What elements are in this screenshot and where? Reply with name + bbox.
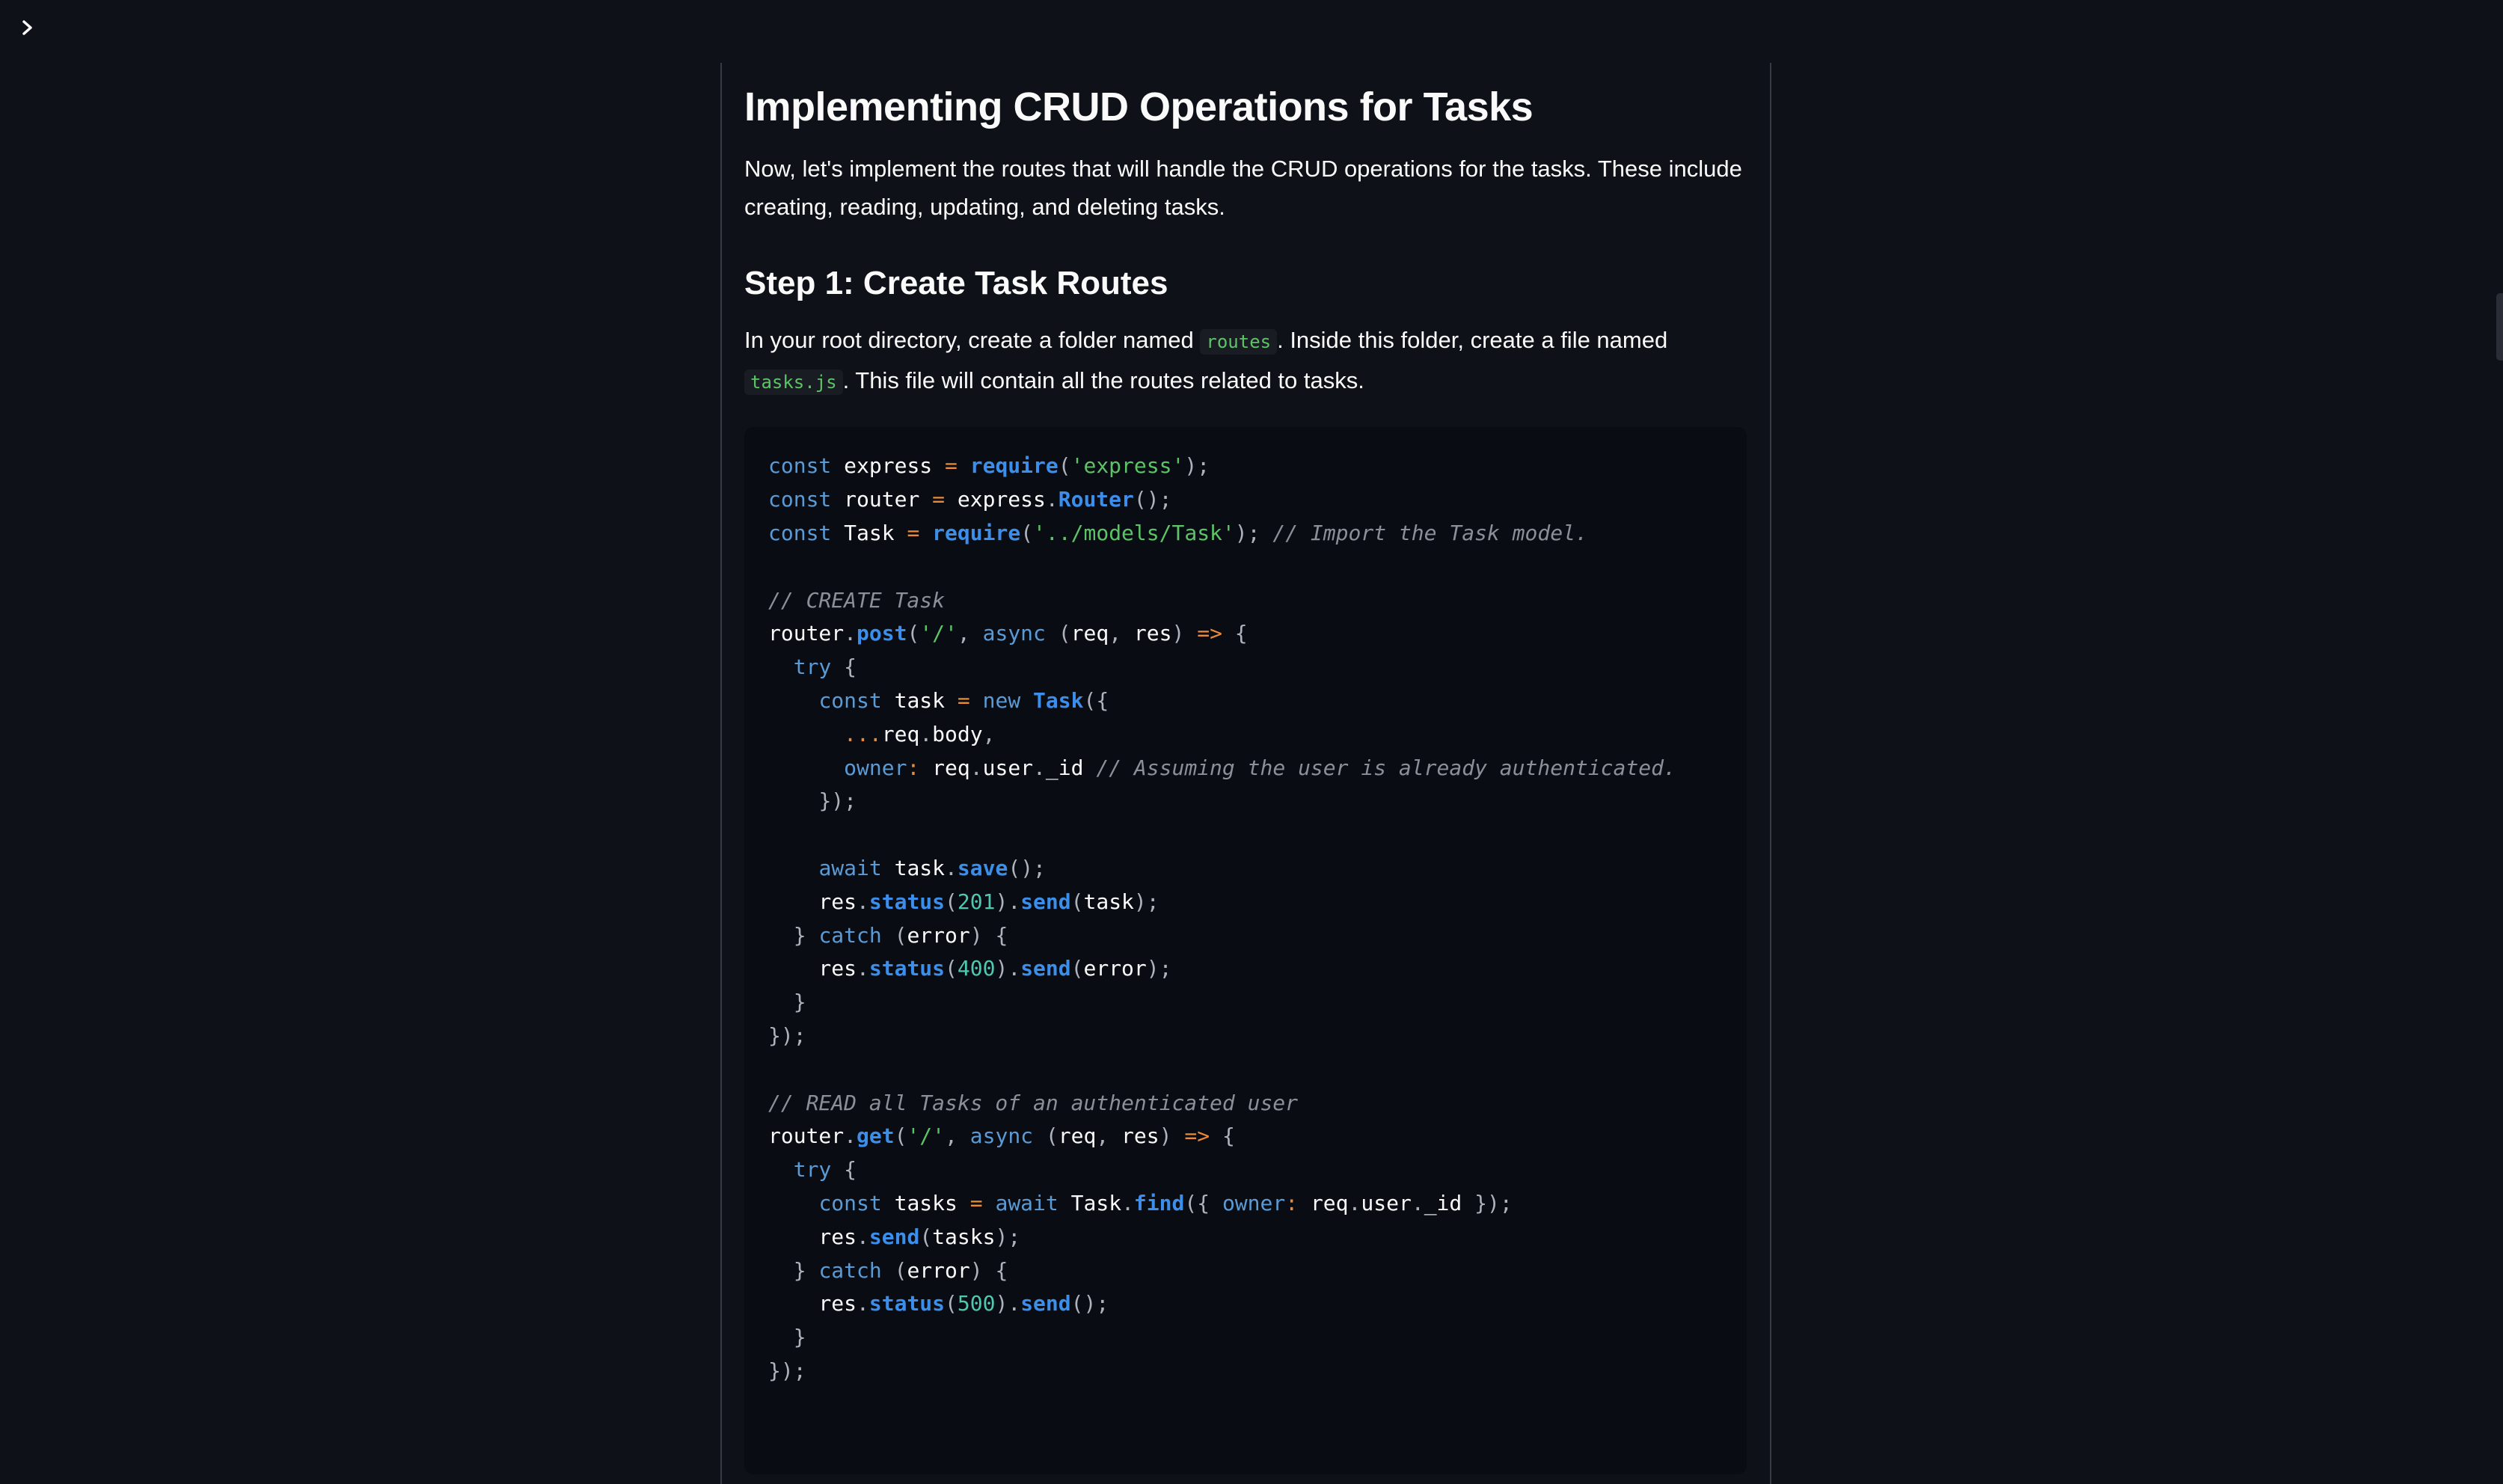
code-line: res.send(tasks); (768, 1224, 1021, 1249)
sidebar-expand-button[interactable] (16, 16, 39, 39)
step1-text-a: In your root directory, create a folder … (744, 327, 1201, 354)
code-line: } catch (error) { (793, 922, 1008, 948)
step1-heading: Step 1: Create Task Routes (744, 265, 1168, 302)
code-line: // CREATE Task (768, 587, 946, 613)
main-content-column: Implementing CRUD Operations for Tasks N… (720, 63, 1771, 1484)
step1-text-c: . This file will contain all the routes … (842, 367, 1364, 394)
chevron-right-icon (22, 20, 32, 35)
code-line: owner: req.user._id // Assuming the user… (844, 755, 1676, 780)
inline-code-tasks-js: tasks.js (744, 370, 843, 396)
code-line: }); (768, 1022, 806, 1048)
step1-paragraph: In your root directory, create a folder … (744, 321, 1747, 402)
code-line: try { (793, 1157, 857, 1183)
inline-code-routes: routes (1200, 329, 1278, 355)
scrollbar-thumb[interactable] (2496, 293, 2503, 361)
code-line: }); (818, 788, 857, 814)
code-line: } catch (error) { (793, 1257, 1008, 1283)
code-line: res.status(400).send(error); (768, 956, 1172, 981)
code-line: const express = require('express'); (768, 453, 1210, 479)
code-line: const tasks = await Task.find({ owner: r… (818, 1190, 1513, 1215)
code-line: await task.save(); (818, 855, 1046, 880)
code-line: // READ all Tasks of an authenticated us… (768, 1090, 1299, 1115)
code-line: } (793, 1325, 806, 1350)
code-line: const router = express.Router(); (768, 487, 1172, 512)
code-line: try { (793, 654, 857, 680)
code-line: const Task = require('../models/Task'); … (768, 520, 1588, 545)
step1-text-b: . Inside this folder, create a file name… (1277, 327, 1668, 354)
code-line: ...req.body, (844, 721, 996, 746)
code-line: router.post('/', async (req, res) => { (768, 621, 1248, 646)
code-content: const express = require('express'); cons… (768, 450, 1723, 1388)
code-line: res.status(500).send(); (768, 1291, 1109, 1316)
code-line: }); (768, 1358, 806, 1383)
intro-paragraph: Now, let's implement the routes that wil… (744, 156, 1742, 221)
page-title: Implementing CRUD Operations for Tasks (744, 85, 1534, 129)
code-line: res.status(201).send(task); (768, 889, 1159, 914)
code-line: router.get('/', async (req, res) => { (768, 1123, 1235, 1149)
code-line: const task = new Task({ (818, 687, 1109, 713)
code-block[interactable]: const express = require('express'); cons… (744, 427, 1747, 1475)
article: Implementing CRUD Operations for Tasks N… (744, 63, 1747, 1475)
code-line: } (793, 990, 806, 1015)
